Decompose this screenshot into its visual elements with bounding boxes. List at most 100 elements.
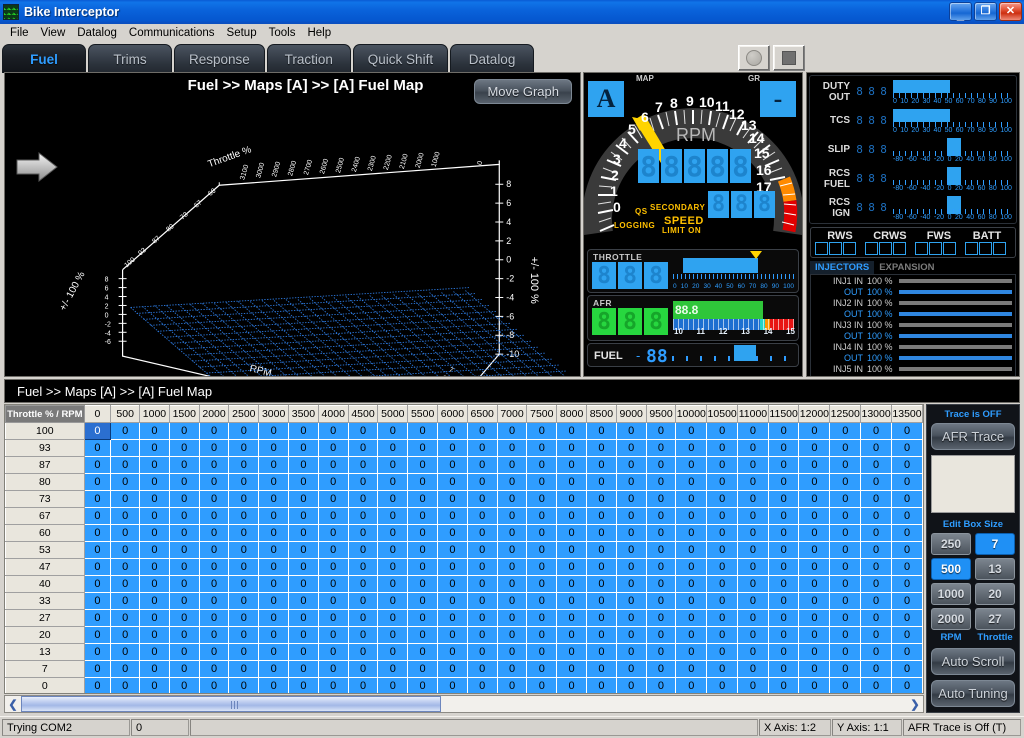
table-cell[interactable]: 0 [615, 507, 647, 525]
table-cell[interactable]: 0 [556, 490, 587, 508]
table-cell[interactable]: 0 [347, 609, 379, 627]
table-cell[interactable]: 0 [110, 609, 141, 627]
table-cell[interactable]: 0 [675, 558, 708, 576]
table-cell[interactable]: 0 [258, 660, 290, 678]
table-cell[interactable]: 0 [586, 473, 617, 491]
table-cell[interactable]: 0 [860, 507, 893, 525]
table-cell[interactable]: 0 [829, 507, 862, 525]
table-cell[interactable]: 0 [798, 507, 831, 525]
table-cell[interactable]: 0 [737, 490, 769, 508]
menu-datalog[interactable]: Datalog [71, 25, 123, 41]
table-cell[interactable]: 0 [83, 524, 112, 542]
table-cell[interactable]: 0 [466, 609, 498, 627]
table-cell[interactable]: 0 [675, 524, 708, 542]
table-cell[interactable]: 0 [615, 558, 647, 576]
table-cell[interactable]: 0 [891, 575, 923, 593]
table-cell[interactable]: 0 [258, 609, 290, 627]
table-cell[interactable]: 0 [317, 558, 349, 576]
table-cell[interactable]: 0 [317, 643, 349, 661]
table-cell[interactable]: 0 [706, 660, 739, 678]
table-cell[interactable]: 0 [645, 541, 677, 559]
table-cell[interactable]: 0 [737, 422, 769, 440]
table-cell[interactable]: 0 [377, 456, 409, 474]
table-cell[interactable]: 0 [347, 660, 379, 678]
table-cell[interactable]: 0 [168, 660, 200, 678]
table-cell[interactable]: 0 [860, 558, 893, 576]
table-cell[interactable]: 0 [377, 490, 409, 508]
table-cell[interactable]: 0 [198, 660, 230, 678]
table-row-header[interactable]: 87 [5, 456, 85, 474]
table-cell[interactable]: 0 [110, 677, 141, 693]
table-cell[interactable]: 0 [466, 660, 498, 678]
table-cell[interactable]: 0 [526, 524, 558, 542]
table-column-header[interactable]: 8000 [556, 405, 587, 423]
table-cell[interactable]: 0 [556, 456, 587, 474]
table-cell[interactable]: 0 [829, 422, 862, 440]
table-cell[interactable]: 0 [437, 643, 468, 661]
table-cell[interactable]: 0 [645, 660, 677, 678]
table-cell[interactable]: 0 [347, 541, 379, 559]
scroll-left-icon[interactable]: ❮ [5, 696, 21, 712]
table-cell[interactable]: 0 [675, 575, 708, 593]
table-cell[interactable]: 0 [407, 490, 439, 508]
table-cell[interactable]: 0 [139, 558, 170, 576]
table-cell[interactable]: 0 [377, 422, 409, 440]
table-cell[interactable]: 0 [228, 541, 260, 559]
table-cell[interactable]: 0 [586, 422, 617, 440]
table-cell[interactable]: 0 [228, 558, 260, 576]
throttle-step-7[interactable]: 7 [975, 533, 1015, 555]
table-cell[interactable]: 0 [586, 456, 617, 474]
table-cell[interactable]: 0 [526, 643, 558, 661]
table-cell[interactable]: 0 [168, 575, 200, 593]
table-cell[interactable]: 0 [645, 609, 677, 627]
table-cell[interactable]: 0 [737, 439, 769, 457]
table-cell[interactable]: 0 [496, 592, 528, 610]
table-cell[interactable]: 0 [526, 473, 558, 491]
table-cell[interactable]: 0 [496, 490, 528, 508]
table-cell[interactable]: 0 [615, 439, 647, 457]
table-cell[interactable]: 0 [675, 609, 708, 627]
table-column-header[interactable]: 4000 [317, 405, 349, 423]
table-cell[interactable]: 0 [437, 439, 468, 457]
table-cell[interactable]: 0 [737, 575, 769, 593]
table-cell[interactable]: 0 [168, 439, 200, 457]
table-cell[interactable]: 0 [586, 524, 617, 542]
table-cell[interactable]: 0 [407, 422, 439, 440]
table-cell[interactable]: 0 [556, 677, 587, 693]
table-cell[interactable]: 0 [198, 439, 230, 457]
table-cell[interactable]: 0 [737, 677, 769, 693]
table-cell[interactable]: 0 [860, 541, 893, 559]
table-cell[interactable]: 0 [407, 524, 439, 542]
table-cell[interactable]: 0 [288, 524, 319, 542]
table-column-header[interactable]: 8500 [586, 405, 617, 423]
table-cell[interactable]: 0 [526, 558, 558, 576]
table-cell[interactable]: 0 [83, 456, 112, 474]
table-cell[interactable]: 0 [83, 541, 112, 559]
menu-communications[interactable]: Communications [123, 25, 221, 41]
table-cell[interactable]: 0 [586, 575, 617, 593]
tab-fuel[interactable]: Fuel [2, 44, 86, 73]
table-cell[interactable]: 0 [556, 609, 587, 627]
table-cell[interactable]: 0 [586, 558, 617, 576]
table-cell[interactable]: 0 [891, 643, 923, 661]
table-column-header[interactable]: 3500 [288, 405, 319, 423]
table-cell[interactable]: 0 [526, 541, 558, 559]
table-cell[interactable]: 0 [829, 524, 862, 542]
table-cell[interactable]: 0 [407, 507, 439, 525]
table-cell[interactable]: 0 [168, 643, 200, 661]
table-cell[interactable]: 0 [288, 422, 319, 440]
table-column-header[interactable]: 9000 [615, 405, 647, 423]
table-cell[interactable]: 0 [437, 609, 468, 627]
table-cell[interactable]: 0 [466, 422, 498, 440]
table-cell[interactable]: 0 [706, 541, 739, 559]
rpm-step-2000[interactable]: 2000 [931, 608, 971, 630]
table-row-header[interactable]: 93 [5, 439, 85, 457]
table-cell[interactable]: 0 [377, 541, 409, 559]
table-cell[interactable]: 0 [556, 592, 587, 610]
table-cell[interactable]: 0 [586, 541, 617, 559]
table-cell[interactable]: 0 [556, 643, 587, 661]
table-cell[interactable]: 0 [860, 524, 893, 542]
table-cell[interactable]: 0 [377, 626, 409, 644]
table-cell[interactable]: 0 [228, 626, 260, 644]
table-cell[interactable]: 0 [198, 643, 230, 661]
